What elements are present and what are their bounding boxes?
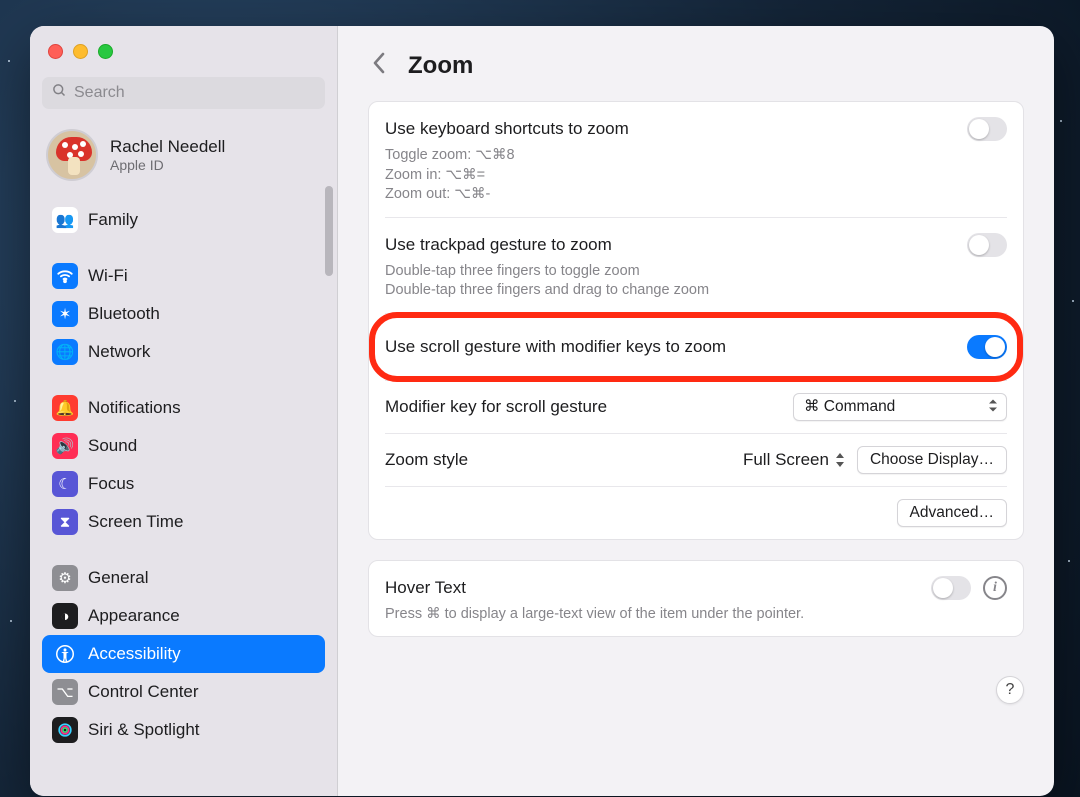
info-icon[interactable]: i	[983, 576, 1007, 600]
sidebar-item-focus[interactable]: ☾ Focus	[42, 465, 325, 503]
avatar	[46, 129, 98, 181]
modifier-key-select[interactable]: ⌘ Command	[793, 393, 1007, 421]
sidebar-item-label: Siri & Spotlight	[88, 720, 200, 740]
appearance-icon: ◑	[52, 603, 78, 629]
sidebar-item-accessibility[interactable]: Accessibility	[42, 635, 325, 673]
account-name: Rachel Needell	[110, 137, 225, 157]
toggle-kb-shortcuts[interactable]	[967, 117, 1007, 141]
sidebar: Rachel Needell Apple ID 👥 Family Wi-Fi ✶ Blu…	[30, 26, 338, 796]
sidebar-item-screen-time[interactable]: ⧗ Screen Time	[42, 503, 325, 541]
sidebar-item-family[interactable]: 👥 Family	[42, 201, 325, 239]
sidebar-item-label: Accessibility	[88, 644, 181, 664]
button-label: Advanced…	[910, 504, 994, 522]
account-sub: Apple ID	[110, 157, 225, 173]
screen time-icon: ⧗	[52, 509, 78, 535]
row-scroll-modifier: Use scroll gesture with modifier keys to…	[385, 314, 1007, 381]
sidebar-item-label: Wi-Fi	[88, 266, 128, 286]
row-title: Modifier key for scroll gesture	[385, 397, 607, 417]
toggle-trackpad-gesture[interactable]	[967, 233, 1007, 257]
zoom-panel: Use keyboard shortcuts to zoom Toggle zo…	[368, 101, 1024, 540]
chevron-down-icon	[988, 399, 998, 414]
button-label: Choose Display…	[870, 451, 994, 469]
window-controls	[42, 40, 325, 77]
sidebar-item-label: Focus	[88, 474, 134, 494]
sidebar-item-label: Network	[88, 342, 150, 362]
row-title: Use scroll gesture with modifier keys to…	[385, 337, 726, 357]
search-icon	[52, 83, 67, 103]
general-icon: ⚙	[52, 565, 78, 591]
sidebar-item-network[interactable]: 🌐 Network	[42, 333, 325, 371]
sidebar-item-bluetooth[interactable]: ✶ Bluetooth	[42, 295, 325, 333]
hover-text-panel: Hover Text i Press ⌘ to display a large-…	[368, 560, 1024, 638]
wifi-icon	[52, 263, 78, 289]
sidebar-nav: 👥 Family Wi-Fi ✶ Bluetooth 🌐 Network 🔔 Notificat…	[42, 201, 325, 749]
sidebar-item-label: General	[88, 568, 148, 588]
search-field-wrap	[42, 77, 325, 109]
help-button[interactable]: ?	[996, 676, 1024, 704]
row-kb-shortcuts: Use keyboard shortcuts to zoom Toggle zo…	[385, 102, 1007, 218]
sidebar-item-appearance[interactable]: ◑ Appearance	[42, 597, 325, 635]
person-icon	[52, 641, 78, 667]
select-value: ⌘ Command	[804, 397, 895, 416]
row-hover-text: Hover Text i Press ⌘ to display a large-…	[385, 561, 1007, 637]
back-button[interactable]	[368, 50, 390, 81]
row-modifier-key: Modifier key for scroll gesture ⌘ Comman…	[385, 381, 1007, 434]
settings-window: Rachel Needell Apple ID 👥 Family Wi-Fi ✶ Blu…	[30, 26, 1054, 796]
stepper-icon	[835, 453, 845, 467]
advanced-button[interactable]: Advanced…	[897, 499, 1007, 527]
account-row[interactable]: Rachel Needell Apple ID	[42, 123, 325, 197]
sidebar-item-sound[interactable]: 🔊 Sound	[42, 427, 325, 465]
search-input[interactable]	[42, 77, 325, 109]
sidebar-item-label: Screen Time	[88, 512, 183, 532]
zoom-style-value-stepper[interactable]: Full Screen	[743, 450, 845, 470]
sidebar-item-label: Bluetooth	[88, 304, 160, 324]
sound-icon: 🔊	[52, 433, 78, 459]
row-trackpad-gesture: Use trackpad gesture to zoom Double-tap …	[385, 218, 1007, 314]
scrollbar-thumb[interactable]	[325, 186, 333, 276]
sidebar-item-general[interactable]: ⚙ General	[42, 559, 325, 597]
zoom-style-value: Full Screen	[743, 450, 829, 470]
row-sub: Press ⌘ to display a large-text view of …	[385, 605, 1007, 625]
sidebar-item-wi-fi[interactable]: Wi-Fi	[42, 257, 325, 295]
network-icon: 🌐	[52, 339, 78, 365]
sidebar-item-label: Family	[88, 210, 138, 230]
notifications-icon: 🔔	[52, 395, 78, 421]
content-pane: Zoom Use keyboard shortcuts to zoom Togg…	[338, 26, 1054, 796]
bluetooth-icon: ✶	[52, 301, 78, 327]
row-title: Hover Text	[385, 578, 466, 598]
control center-icon: ⌥	[52, 679, 78, 705]
sidebar-item-label: Notifications	[88, 398, 181, 418]
row-sub: Toggle zoom: ⌥⌘8Zoom in: ⌥⌘=Zoom out: ⌥⌘…	[385, 146, 1007, 205]
family-icon: 👥	[52, 207, 78, 233]
content-header: Zoom	[368, 50, 1024, 81]
toggle-hover-text[interactable]	[931, 576, 971, 600]
focus-icon: ☾	[52, 471, 78, 497]
sidebar-item-label: Appearance	[88, 606, 180, 626]
row-title: Use keyboard shortcuts to zoom	[385, 119, 629, 139]
minimize-window-button[interactable]	[73, 44, 88, 59]
zoom-window-button[interactable]	[98, 44, 113, 59]
sidebar-item-control-center[interactable]: ⌥ Control Center	[42, 673, 325, 711]
row-sub: Double-tap three fingers to toggle zoomD…	[385, 262, 1007, 301]
sidebar-item-notifications[interactable]: 🔔 Notifications	[42, 389, 325, 427]
sidebar-item-label: Sound	[88, 436, 137, 456]
row-zoom-style: Zoom style Full Screen Choose Display…	[385, 434, 1007, 487]
siri-icon	[52, 717, 78, 743]
row-title: Use trackpad gesture to zoom	[385, 235, 612, 255]
row-advanced: Advanced…	[385, 487, 1007, 539]
sidebar-item-siri-spotlight[interactable]: Siri & Spotlight	[42, 711, 325, 749]
sidebar-item-label: Control Center	[88, 682, 199, 702]
help-label: ?	[1006, 681, 1015, 699]
sidebar-scrollbar[interactable]	[325, 186, 333, 746]
row-title: Zoom style	[385, 450, 468, 470]
page-title: Zoom	[408, 52, 473, 80]
choose-display-button[interactable]: Choose Display…	[857, 446, 1007, 474]
close-window-button[interactable]	[48, 44, 63, 59]
toggle-scroll-modifier[interactable]	[967, 335, 1007, 359]
